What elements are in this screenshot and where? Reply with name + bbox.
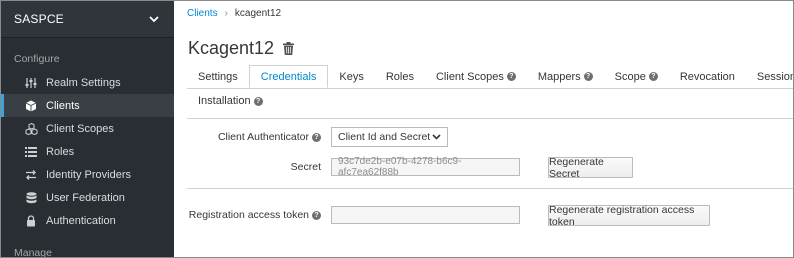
list-icon (24, 145, 38, 159)
trash-icon[interactable] (283, 42, 295, 55)
client-authenticator-label-row: Client Authenticator? (187, 127, 321, 147)
page-title: Kcagent12 (188, 38, 275, 58)
sliders-icon (24, 76, 38, 90)
database-icon (24, 191, 38, 205)
sidebar-nav: Realm Settings Clients Client Scopes Rol… (1, 71, 174, 232)
sidebar-item-user-federation[interactable]: User Federation (1, 186, 174, 209)
chevron-down-icon (432, 131, 441, 143)
secret-label: Secret (290, 161, 321, 173)
app-window: SASPCE Configure Realm Settings Clients (0, 0, 794, 258)
breadcrumb-separator: › (224, 8, 228, 19)
tab-row-2: Installation? (187, 88, 787, 114)
secret-label-row: Secret (187, 157, 321, 177)
button-label: Regenerate Secret (549, 155, 604, 180)
exchange-icon (24, 168, 38, 182)
sidebar-item-label: Client Scopes (46, 122, 114, 135)
tab-label: Settings (198, 70, 238, 83)
tab-label: Revocation (679, 70, 735, 83)
tab-row-1: Settings Credentials Keys Roles Client S… (187, 65, 793, 88)
sidebar-item-roles[interactable]: Roles (1, 140, 174, 163)
form-top-divider (187, 118, 793, 119)
tab-settings[interactable]: Settings (187, 65, 249, 88)
secret-field[interactable]: 93c7de2b-e07b-4278-b6c9-afc7ea62f88b (331, 156, 520, 178)
breadcrumb-current: kcagent12 (234, 8, 282, 19)
sidebar-item-label: Authentication (46, 214, 116, 227)
sidebar-item-label: Identity Providers (46, 168, 131, 181)
tab-label: Scope (614, 70, 646, 83)
sidebar-item-label: User Federation (46, 191, 125, 204)
tab-label: Keys (339, 70, 364, 83)
tab-installation[interactable]: Installation? (187, 90, 274, 113)
sidebar-item-identity-providers[interactable]: Identity Providers (1, 163, 174, 186)
button-label: Regenerate registration access token (549, 203, 695, 228)
sidebar-item-label: Roles (46, 145, 75, 158)
sidebar-item-label: Clients (46, 99, 80, 112)
sidebar-item-label: Realm Settings (46, 76, 121, 89)
tab-label: Roles (385, 70, 414, 83)
sidebar-item-client-scopes[interactable]: Client Scopes (1, 117, 174, 140)
registration-token-label: Registration access token (188, 209, 309, 221)
client-authenticator-label: Client Authenticator (217, 131, 309, 143)
breadcrumb-clients-link[interactable]: Clients (187, 8, 218, 19)
tab-sessions[interactable]: Sessions? (746, 65, 793, 88)
help-icon[interactable]: ? (583, 72, 593, 81)
tab-scope[interactable]: Scope? (604, 65, 669, 88)
registration-token-field[interactable] (331, 206, 520, 224)
tab-bar: Settings Credentials Keys Roles Client S… (187, 65, 793, 114)
manage-section-label: Manage (14, 247, 52, 258)
client-authenticator-value: Client Id and Secret (338, 131, 431, 143)
sidebar-item-clients[interactable]: Clients (1, 94, 174, 117)
tab-label: Sessions (756, 70, 793, 83)
registration-token-label-row: Registration access token? (174, 205, 321, 225)
help-icon[interactable]: ? (648, 72, 658, 81)
title-row: Kcagent12 (188, 38, 295, 59)
regenerate-registration-token-button[interactable]: Regenerate registration access token (548, 203, 710, 228)
sidebar-item-authentication[interactable]: Authentication (1, 209, 174, 232)
realm-selector[interactable]: SASPCE (1, 1, 174, 38)
secret-value: 93c7de2b-e07b-4278-b6c9-afc7ea62f88b (338, 156, 462, 178)
cube-icon (24, 99, 38, 113)
tab-label: Installation (198, 95, 251, 107)
tab-revocation[interactable]: Revocation (669, 65, 746, 88)
tab-client-scopes[interactable]: Client Scopes? (425, 65, 527, 88)
client-authenticator-select[interactable]: Client Id and Secret (331, 127, 448, 147)
sidebar: SASPCE Configure Realm Settings Clients (1, 1, 174, 258)
form-divider (187, 188, 793, 189)
tab-label: Mappers (537, 70, 581, 83)
help-icon[interactable]: ? (506, 72, 516, 81)
regenerate-secret-button[interactable]: Regenerate Secret (548, 155, 633, 180)
cubes-icon (24, 122, 38, 136)
tab-label: Client Scopes (435, 70, 504, 83)
help-icon[interactable]: ? (312, 132, 321, 142)
tab-mappers[interactable]: Mappers? (527, 65, 604, 88)
configure-section-label: Configure (14, 53, 60, 65)
tab-keys[interactable]: Keys (328, 65, 374, 88)
help-icon[interactable]: ? (312, 210, 321, 220)
chevron-down-icon[interactable] (148, 13, 160, 25)
tab-credentials[interactable]: Credentials (248, 65, 329, 88)
main-content: Clients › kcagent12 Kcagent12 Settings C… (174, 1, 793, 257)
tab-roles[interactable]: Roles (375, 65, 425, 88)
tab-label: Credentials (260, 70, 317, 83)
lock-icon (24, 214, 38, 228)
help-icon[interactable]: ? (253, 96, 263, 106)
breadcrumb: Clients › kcagent12 (187, 8, 281, 19)
sidebar-item-realm-settings[interactable]: Realm Settings (1, 71, 174, 94)
realm-name: SASPCE (14, 12, 64, 26)
